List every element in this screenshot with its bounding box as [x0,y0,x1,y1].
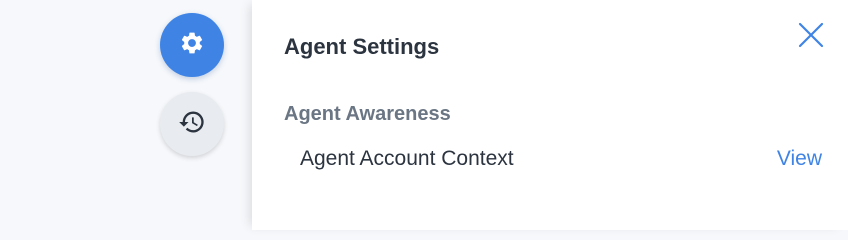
settings-button[interactable] [160,13,224,77]
close-button[interactable] [796,22,826,52]
history-icon [178,108,206,141]
section-title: Agent Awareness [284,103,451,125]
left-rail [0,0,252,230]
view-link[interactable]: View [777,147,822,171]
history-button[interactable] [160,92,224,156]
agent-account-context-label: Agent Account Context [300,147,514,170]
list-item: Agent Account Context View [300,142,822,176]
gear-icon [179,30,205,61]
panel-title: Agent Settings [284,34,440,59]
close-icon [798,22,824,53]
agent-settings-panel: Agent Settings Agent Awareness Agent Acc… [252,0,848,230]
